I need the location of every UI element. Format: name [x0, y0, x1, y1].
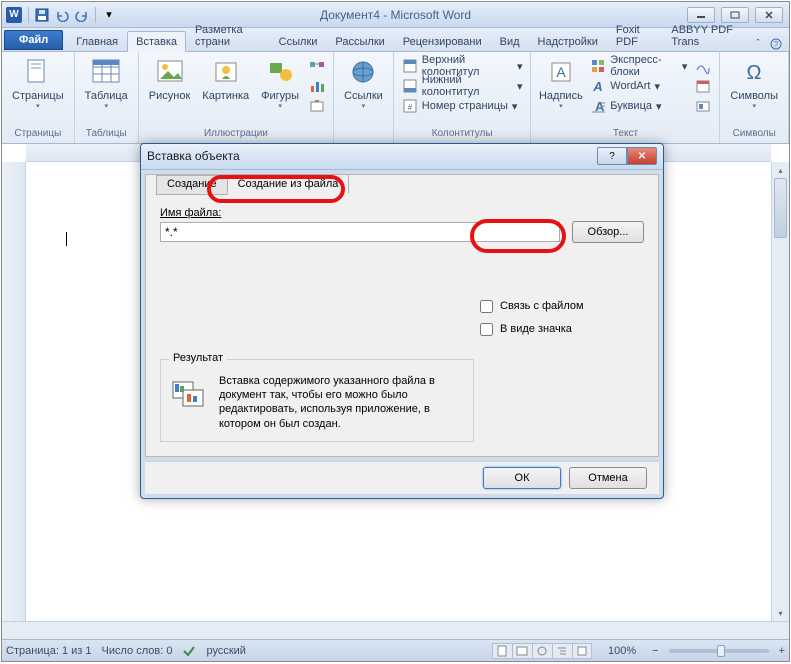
group-text-label: Текст	[537, 127, 713, 143]
zoom-level[interactable]: 100%	[608, 645, 636, 657]
status-proofing-icon[interactable]	[182, 644, 196, 658]
vertical-scrollbar[interactable]: ▴ ▾	[771, 162, 789, 621]
symbols-button[interactable]: Ω Символы▾	[726, 54, 782, 112]
tab-review[interactable]: Рецензировани	[394, 31, 491, 51]
quick-access-toolbar: ▾	[26, 6, 118, 24]
view-outline-icon[interactable]	[552, 643, 572, 659]
zoom-out-icon[interactable]: −	[652, 645, 658, 657]
tab-insert[interactable]: Вставка	[127, 31, 186, 52]
qat-customizer-icon[interactable]: ▾	[100, 6, 118, 24]
pages-button[interactable]: Страницы▾	[8, 54, 68, 112]
undo-icon[interactable]	[53, 6, 71, 24]
tab-layout[interactable]: Разметка страни	[186, 19, 270, 51]
vertical-ruler[interactable]	[2, 162, 26, 621]
text-cursor	[66, 232, 67, 246]
svg-text:A: A	[593, 79, 603, 94]
cancel-button[interactable]: Отмена	[569, 467, 647, 489]
clipart-button[interactable]: Картинка	[198, 54, 253, 104]
group-tables-label: Таблицы	[81, 127, 132, 143]
minimize-ribbon-icon[interactable]: ˆ	[751, 37, 765, 51]
tab-file[interactable]: Файл	[4, 30, 63, 50]
scroll-thumb[interactable]	[774, 178, 787, 238]
wordart-button[interactable]: AWordArt ▾	[588, 76, 689, 96]
help-icon[interactable]: ?	[769, 37, 783, 51]
tab-addins[interactable]: Надстройки	[529, 31, 607, 51]
result-box: Результат Вставка содержимого указанного…	[160, 359, 474, 442]
footer-button[interactable]: Нижний колонтитул ▾	[400, 76, 525, 96]
svg-text:Ω: Ω	[747, 62, 762, 84]
status-page[interactable]: Страница: 1 из 1	[6, 645, 92, 657]
picture-button[interactable]: Рисунок	[145, 54, 195, 104]
dropcap-button[interactable]: AБуквица ▾	[588, 96, 689, 116]
quickparts-button[interactable]: Экспресс-блоки ▾	[588, 56, 689, 76]
zoom-slider[interactable]	[669, 649, 769, 653]
app-icon: W	[6, 7, 22, 23]
ribbon-tabs: Файл Главная Вставка Разметка страни Ссы…	[2, 28, 789, 52]
dialog-title-bar[interactable]: Вставка объекта ? ✕	[141, 144, 663, 170]
view-fullscreen-icon[interactable]	[512, 643, 532, 659]
scroll-up-icon[interactable]: ▴	[772, 162, 789, 178]
ribbon: Страницы▾ Страницы Таблица▾ Таблицы Рису…	[2, 52, 789, 144]
tab-foxit[interactable]: Foxit PDF	[607, 19, 663, 51]
tab-references[interactable]: Ссылки	[270, 31, 327, 51]
tab-view[interactable]: Вид	[491, 31, 529, 51]
insert-object-dialog: Вставка объекта ? ✕ Создание Создание из…	[140, 143, 664, 499]
display-as-icon-checkbox[interactable]: В виде значка	[476, 320, 644, 339]
svg-text:#: #	[408, 103, 413, 112]
dialog-title: Вставка объекта	[147, 149, 240, 163]
status-language[interactable]: русский	[206, 645, 245, 657]
horizontal-scrollbar[interactable]	[2, 621, 789, 639]
close-button[interactable]	[755, 7, 783, 23]
tab-mailings[interactable]: Рассылки	[326, 31, 393, 51]
view-draft-icon[interactable]	[572, 643, 592, 659]
dialog-help-button[interactable]: ?	[597, 147, 627, 165]
group-links-label	[340, 127, 387, 143]
textbox-button[interactable]: A Надпись▾	[537, 54, 584, 112]
screenshot-button[interactable]	[307, 96, 327, 116]
link-to-file-checkbox[interactable]: Связь с файлом	[476, 297, 644, 316]
page-number-button[interactable]: #Номер страницы ▾	[400, 96, 520, 116]
result-description: Вставка содержимого указанного файла в д…	[219, 374, 465, 431]
signature-button[interactable]	[693, 56, 713, 76]
view-web-icon[interactable]	[532, 643, 552, 659]
tab-home[interactable]: Главная	[67, 31, 127, 51]
group-pages-label: Страницы	[8, 127, 68, 143]
zoom-in-icon[interactable]: +	[779, 645, 785, 657]
dialog-tab-create-new[interactable]: Создание	[156, 175, 228, 195]
browse-button[interactable]: Обзор...	[572, 221, 644, 243]
result-legend: Результат	[169, 352, 227, 364]
filename-label: Имя файла:	[160, 207, 644, 219]
datetime-button[interactable]	[693, 76, 713, 96]
group-illustrations-label: Иллюстрации	[145, 127, 327, 143]
result-icon	[169, 374, 209, 414]
links-button[interactable]: Ссылки▾	[340, 54, 387, 112]
smartart-button[interactable]	[307, 56, 327, 76]
filename-input[interactable]	[160, 222, 560, 242]
shapes-button[interactable]: Фигуры▾	[257, 54, 303, 112]
dialog-close-button[interactable]: ✕	[627, 147, 657, 165]
window-title: Документ4 - Microsoft Word	[320, 8, 471, 22]
ok-button[interactable]: ОК	[483, 467, 561, 489]
scroll-down-icon[interactable]: ▾	[772, 605, 789, 621]
tab-abbyy[interactable]: ABBYY PDF Trans	[662, 19, 751, 51]
object-button[interactable]	[693, 96, 713, 116]
dialog-tab-create-from-file[interactable]: Создание из файла	[227, 174, 350, 194]
group-symbols-label: Символы	[726, 127, 782, 143]
view-print-layout-icon[interactable]	[492, 643, 512, 659]
status-words[interactable]: Число слов: 0	[102, 645, 173, 657]
header-button[interactable]: Верхний колонтитул ▾	[400, 56, 525, 76]
svg-text:?: ?	[774, 40, 779, 49]
table-button[interactable]: Таблица▾	[81, 54, 132, 112]
chart-button[interactable]	[307, 76, 327, 96]
group-headers-label: Колонтитулы	[400, 127, 525, 143]
svg-text:A: A	[556, 64, 566, 80]
redo-icon[interactable]	[73, 6, 91, 24]
save-icon[interactable]	[33, 6, 51, 24]
status-bar: Страница: 1 из 1 Число слов: 0 русский 1…	[2, 639, 789, 661]
